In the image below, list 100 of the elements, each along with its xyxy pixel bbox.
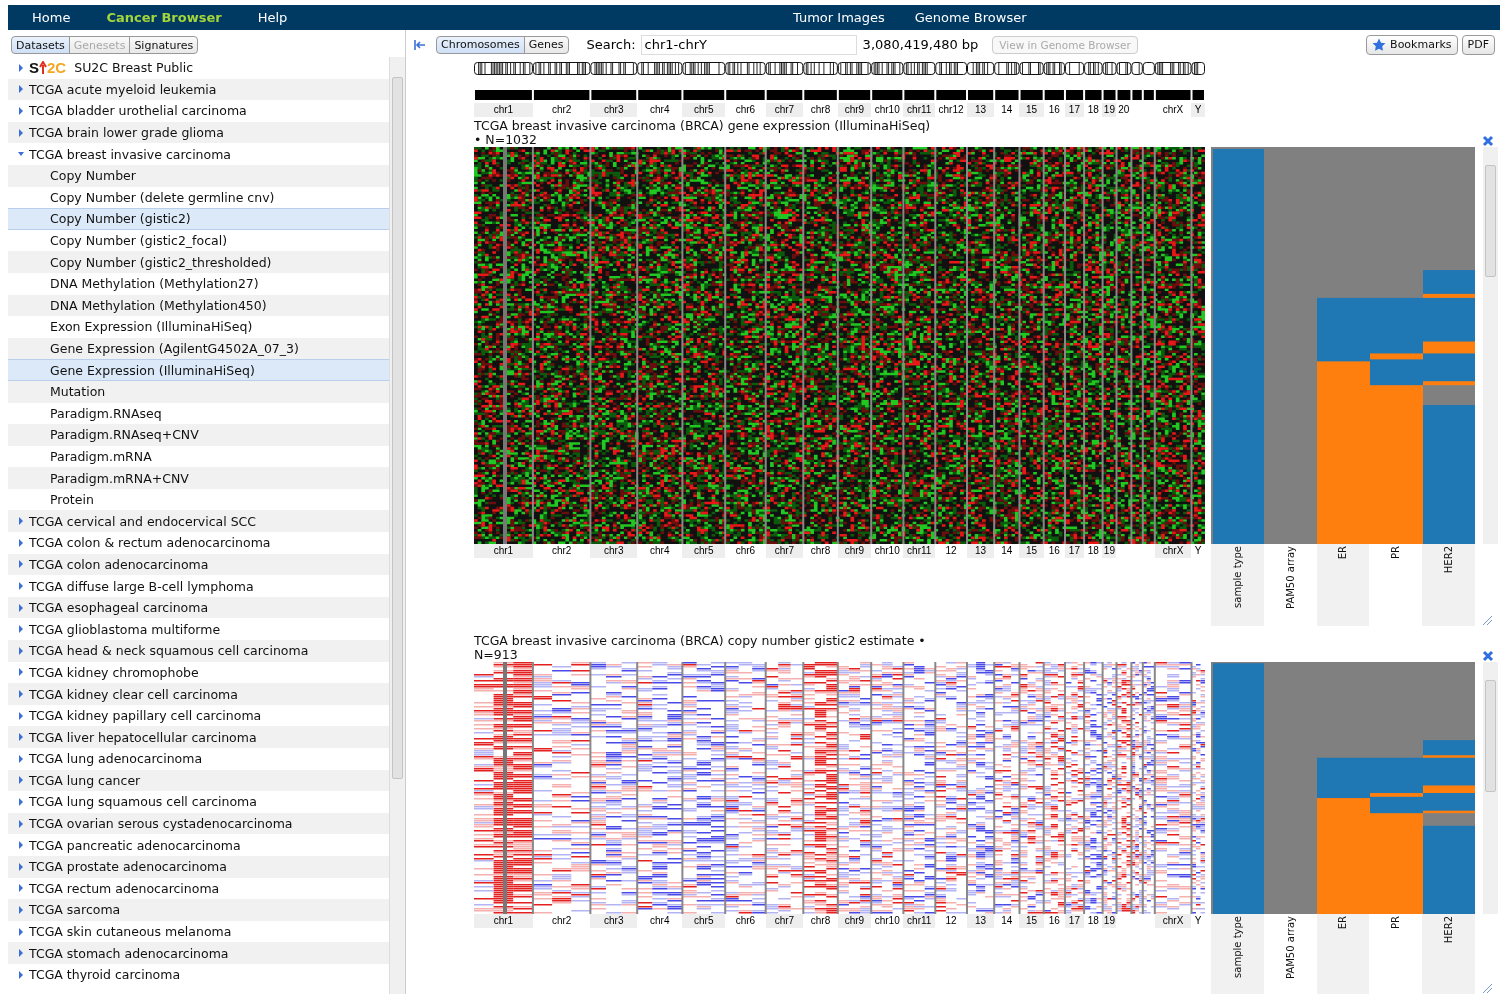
collapsed-triangle-icon[interactable] xyxy=(18,905,24,914)
pdf-button[interactable]: PDF xyxy=(1461,34,1495,55)
collapsed-triangle-icon[interactable] xyxy=(18,625,24,634)
collapsed-triangle-icon[interactable] xyxy=(18,668,24,677)
nav-link[interactable]: Genome Browser xyxy=(914,10,1027,25)
dataset-label: TCGA glioblastoma multiforme xyxy=(29,621,221,637)
dataset-item[interactable]: TCGA esophageal carcinoma xyxy=(8,596,389,619)
chromosome-label: 17 xyxy=(1064,914,1084,928)
chromosome-label: chr7 xyxy=(765,914,804,928)
chromosome-label: chrX xyxy=(1154,914,1192,928)
nav-link[interactable]: Tumor Images xyxy=(793,10,885,25)
dataset-subitem[interactable]: Copy Number (gistic2_thresholded) xyxy=(8,251,389,273)
dataset-label: TCGA lung cancer xyxy=(29,772,141,788)
up-arrow-icon xyxy=(39,61,47,75)
chromosome-label: 15 xyxy=(1019,914,1044,928)
collapsed-triangle-icon[interactable] xyxy=(18,582,24,591)
collapsed-triangle-icon[interactable] xyxy=(18,798,24,806)
dataset-label: TCGA skin cutaneous melanoma xyxy=(29,924,232,940)
scrollbar[interactable] xyxy=(1483,662,1498,914)
collapsed-triangle-icon[interactable] xyxy=(18,754,24,763)
collapsed-triangle-icon[interactable] xyxy=(18,949,24,958)
dataset-label: TCGA liver hepatocellular carcinoma xyxy=(29,729,257,745)
chromosome-label: 19 xyxy=(1102,544,1117,558)
sidebar-tab[interactable]: Datasets xyxy=(11,36,70,54)
dataset-subitem[interactable]: Copy Number (gistic2) xyxy=(8,208,389,230)
chromosome-label: chr11 xyxy=(903,544,936,558)
view-tab[interactable]: Genes xyxy=(523,35,569,54)
dataset-subitem[interactable]: DNA Methylation (Methylation450) xyxy=(8,294,389,317)
resize-grip-icon[interactable] xyxy=(1481,982,1493,994)
chromosome-label: chr11 xyxy=(903,103,936,117)
dataset-item[interactable]: TCGA cervical and endocervical SCC xyxy=(8,510,389,533)
close-icon[interactable] xyxy=(1482,650,1494,662)
dataset-item[interactable]: TCGA stomach adenocarcinoma xyxy=(8,942,389,964)
bookmarks-button[interactable]: Bookmarks xyxy=(1366,34,1458,55)
collapsed-triangle-icon[interactable] xyxy=(18,107,24,115)
chromosome-label: 17 xyxy=(1064,103,1084,117)
scrollbar[interactable] xyxy=(389,57,405,994)
dataset-item[interactable]: TCGA lung cancer xyxy=(8,769,389,792)
collapsed-triangle-icon[interactable] xyxy=(18,603,24,612)
close-icon[interactable] xyxy=(1482,135,1494,147)
nav-link[interactable]: Home xyxy=(32,10,71,25)
dataset-label: TCGA lung adenocarcinoma xyxy=(29,751,203,767)
dataset-subitem[interactable]: Gene Expression (AgilentG4502A_07_3) xyxy=(8,337,389,360)
dataset-item[interactable]: TCGA head & neck squamous cell carcinoma xyxy=(8,640,389,662)
dataset-item[interactable]: TCGA liver hepatocellular carcinoma xyxy=(8,726,389,748)
dataset-label: TCGA brain lower grade glioma xyxy=(29,125,224,141)
dataset-label: TCGA ovarian serous cystadenocarcinoma xyxy=(29,816,293,832)
collapsed-triangle-icon[interactable] xyxy=(18,560,24,569)
collapsed-triangle-icon[interactable] xyxy=(18,85,24,94)
search-label: Search: xyxy=(586,37,636,52)
collapsed-triangle-icon[interactable] xyxy=(18,970,24,979)
dataset-label: TCGA stomach adenocarcinoma xyxy=(29,945,229,961)
chromosome-label: 13 xyxy=(966,103,995,117)
nav-link[interactable]: Cancer Browser xyxy=(106,10,222,25)
collapsed-triangle-icon[interactable] xyxy=(18,711,24,720)
dataset-subitem[interactable]: Mutation xyxy=(8,380,389,403)
chromosome-label: chr5 xyxy=(682,914,726,928)
collapsed-triangle-icon[interactable] xyxy=(18,884,24,893)
dataset-item[interactable]: TCGA kidney clear cell carcinoma xyxy=(8,683,389,705)
sidebar-tab[interactable]: Signatures xyxy=(129,36,199,54)
dataset-item[interactable]: TCGA brain lower grade glioma xyxy=(8,121,389,144)
collapsed-triangle-icon[interactable] xyxy=(18,690,24,698)
resize-grip-icon[interactable] xyxy=(1481,614,1493,626)
dataset-label: TCGA esophageal carcinoma xyxy=(29,600,209,616)
chromosome-label: chr3 xyxy=(590,544,638,558)
collapsed-triangle-icon[interactable] xyxy=(18,517,24,526)
phenotype-label: PAM50 array xyxy=(1284,546,1296,609)
dataset-item[interactable]: TCGA acute myeloid leukemia xyxy=(8,78,389,101)
panel-title: TCGA breast invasive carcinoma (BRCA) gene expression (IlluminaHiSeq) xyxy=(474,119,931,133)
dataset-label: TCGA cervical and endocervical SCC xyxy=(29,513,257,529)
collapsed-triangle-icon[interactable] xyxy=(18,819,24,828)
dataset-subitem[interactable]: Gene Expression (IlluminaHiSeq) xyxy=(8,359,389,381)
dataset-label: TCGA thyroid carcinoma xyxy=(29,967,181,983)
dataset-item[interactable]: TCGA colon adenocarcinoma xyxy=(8,553,389,576)
chromosome-label: chr1 xyxy=(474,103,533,117)
chromosome-label: chr7 xyxy=(765,103,804,117)
view-tab[interactable]: Chromosomes xyxy=(436,35,525,54)
dataset-item[interactable]: TCGA ovarian serous cystadenocarcinoma xyxy=(8,812,389,835)
dataset-subitem[interactable]: Paradigm.RNAseq+CNV xyxy=(8,424,389,446)
collapsed-triangle-icon[interactable] xyxy=(18,63,24,72)
dataset-item[interactable]: TCGA sarcoma xyxy=(8,899,389,921)
collapsed-triangle-icon[interactable] xyxy=(18,646,24,655)
phenotype-label: PR xyxy=(1390,916,1402,929)
collapsed-triangle-icon[interactable] xyxy=(18,128,24,137)
collapse-icon[interactable] xyxy=(414,39,426,50)
dataset-label: TCGA rectum adenocarcinoma xyxy=(29,880,220,896)
chromosome-label: Y xyxy=(1191,103,1205,117)
collapsed-triangle-icon[interactable] xyxy=(18,841,24,850)
scrollbar[interactable] xyxy=(1483,147,1498,544)
collapsed-triangle-icon[interactable] xyxy=(18,862,24,871)
collapsed-triangle-icon[interactable] xyxy=(18,733,24,742)
collapsed-triangle-icon[interactable] xyxy=(18,776,24,785)
collapsed-triangle-icon[interactable] xyxy=(18,927,24,936)
collapsed-triangle-icon[interactable] xyxy=(18,538,24,547)
dataset-item[interactable]: TCGA prostate adenocarcinoma xyxy=(8,855,389,878)
nav-link[interactable]: Help xyxy=(257,10,288,25)
search-field[interactable]: chr1-chrY xyxy=(640,34,857,55)
logo-text: 2C xyxy=(47,59,67,77)
dataset-subitem[interactable]: Copy Number xyxy=(8,164,389,187)
dataset-subitem[interactable]: Paradigm.mRNA+CNV xyxy=(8,467,389,489)
